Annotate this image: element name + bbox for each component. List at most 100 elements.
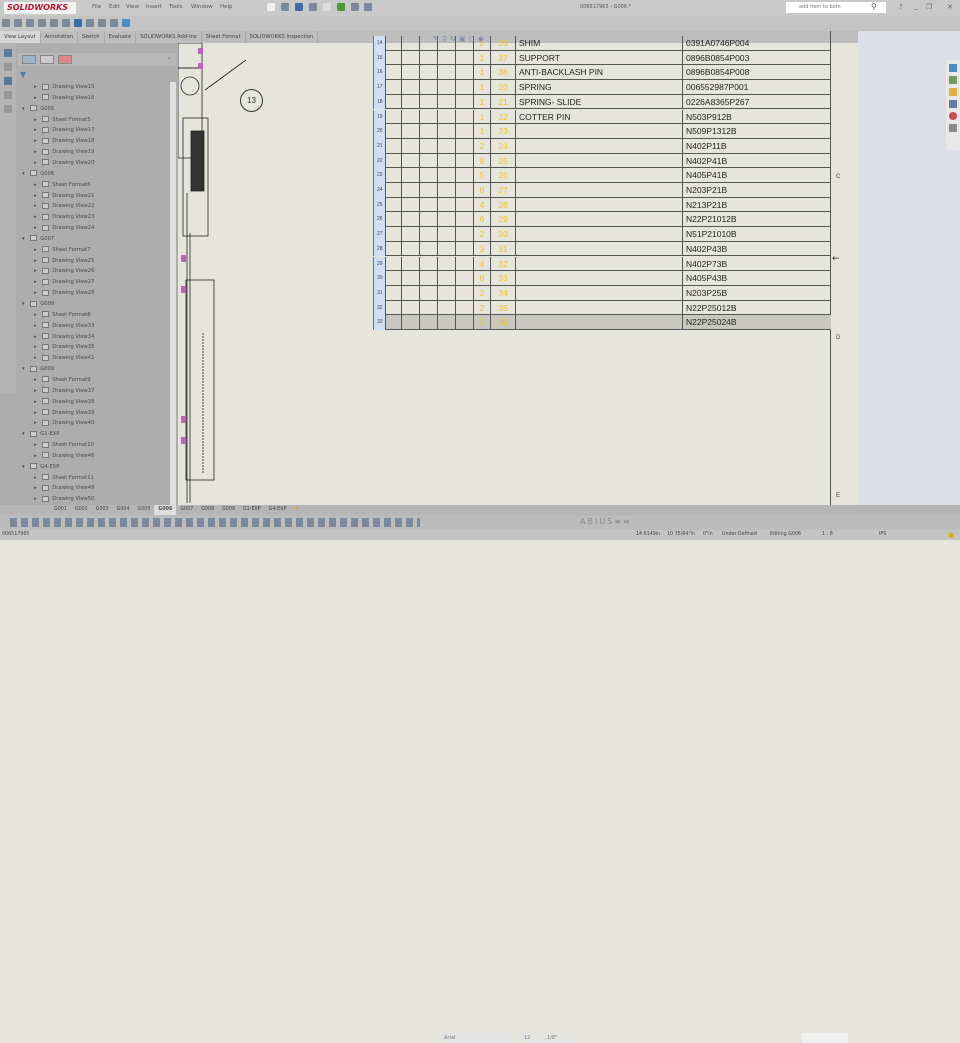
tab-sheet-format[interactable]: Sheet Format xyxy=(202,31,246,43)
bom-cell-empty[interactable] xyxy=(419,138,437,154)
tree-item[interactable]: ▸ Drawing View18 xyxy=(34,136,94,147)
bom-cell-empty[interactable] xyxy=(401,80,419,95)
expand-arrow-icon[interactable]: ▸ xyxy=(34,420,38,426)
bom-row[interactable]: 20 1 23 N509P1312B xyxy=(373,124,831,139)
solidworks-logo[interactable]: SOLIDWORKS xyxy=(4,2,76,14)
expand-arrow-icon[interactable]: ▸ xyxy=(34,279,38,285)
tree-item[interactable]: ▸ Drawing View17 xyxy=(34,125,94,136)
bom-cell-empty[interactable] xyxy=(419,227,437,242)
menu-file[interactable]: File xyxy=(92,4,101,10)
new-document-icon[interactable] xyxy=(267,3,275,11)
bom-cell-empty[interactable] xyxy=(385,197,401,213)
auxiliary-view-icon[interactable] xyxy=(26,19,34,27)
bom-cell-empty[interactable] xyxy=(419,109,437,125)
bom-cell-empty[interactable] xyxy=(419,197,437,213)
collapse-arrow-icon[interactable]: ▾ xyxy=(22,171,26,177)
expand-arrow-icon[interactable]: ▸ xyxy=(34,247,38,253)
bom-cell-empty[interactable] xyxy=(437,153,455,169)
bom-cell-row[interactable]: 23 xyxy=(373,168,385,183)
bom-cell-empty[interactable] xyxy=(419,153,437,169)
bom-cell-qty[interactable]: 1 xyxy=(473,94,490,110)
expand-arrow-icon[interactable]: ▸ xyxy=(34,84,38,90)
open-icon[interactable] xyxy=(280,3,289,11)
bom-cell-empty[interactable] xyxy=(419,80,437,95)
bom-cell-qty[interactable]: 6 xyxy=(473,212,490,228)
tree-item[interactable]: ▸ Sheet Format6 xyxy=(34,180,91,191)
bom-cell-item[interactable]: 25 xyxy=(490,153,515,169)
tree-item[interactable]: ▸ Drawing View20 xyxy=(34,158,94,169)
bom-cell-part[interactable]: 0896B0854P008 xyxy=(682,65,831,81)
bom-cell-item[interactable]: 21 xyxy=(490,94,515,110)
bom-cell-empty[interactable] xyxy=(455,124,473,139)
bom-cell-row[interactable]: 17 xyxy=(373,80,385,95)
collapse-arrow-icon[interactable]: ▾ xyxy=(22,106,26,112)
bom-cell-empty[interactable] xyxy=(437,315,455,330)
bom-cell-empty[interactable] xyxy=(401,300,419,316)
bom-cell-qty[interactable]: 2 xyxy=(473,227,490,242)
bom-cell-part[interactable]: N402P41B xyxy=(682,153,831,169)
expand-arrow-icon[interactable]: ▸ xyxy=(34,312,38,318)
bom-cell-desc[interactable] xyxy=(515,168,682,183)
bom-cell-empty[interactable] xyxy=(401,183,419,198)
tree-item[interactable]: ▸ Drawing View28 xyxy=(34,288,94,299)
bom-row[interactable]: 32 2 35 N22P25012B xyxy=(373,300,831,316)
bom-cell-empty[interactable] xyxy=(455,227,473,242)
bom-cell-qty[interactable]: 5 xyxy=(473,168,490,183)
bom-cell-item[interactable]: 27 xyxy=(490,183,515,198)
bom-cell-empty[interactable] xyxy=(419,271,437,286)
bom-cell-empty[interactable] xyxy=(385,271,401,286)
bom-cell-empty[interactable] xyxy=(455,65,473,81)
sheet-tab-g001[interactable]: G001 xyxy=(50,505,71,515)
bom-cell-empty[interactable] xyxy=(455,183,473,198)
bom-cell-empty[interactable] xyxy=(419,256,437,272)
model-items-icon[interactable] xyxy=(4,63,12,71)
bom-cell-row[interactable]: 22 xyxy=(373,153,385,169)
expand-arrow-icon[interactable]: ▸ xyxy=(34,485,38,491)
update-view-icon[interactable] xyxy=(110,19,118,27)
options-gear-icon[interactable] xyxy=(364,3,373,11)
bom-cell-empty[interactable] xyxy=(401,212,419,228)
bom-cell-empty[interactable] xyxy=(385,285,401,301)
bom-cell-empty[interactable] xyxy=(455,94,473,110)
bom-cell-empty[interactable] xyxy=(401,227,419,242)
tooltip-bulb-icon[interactable]: ● xyxy=(948,530,954,540)
bom-cell-item[interactable]: 24 xyxy=(490,138,515,154)
bom-cell-empty[interactable] xyxy=(385,109,401,125)
bom-cell-part[interactable]: N203P25B xyxy=(682,285,831,301)
tree-item[interactable]: ▸ Drawing View50 xyxy=(34,494,94,505)
tree-item[interactable]: ▸ Drawing View21 xyxy=(34,191,94,202)
expand-arrow-icon[interactable]: ▸ xyxy=(34,225,38,231)
bom-cell-row[interactable]: 21 xyxy=(373,138,385,154)
bom-cell-qty[interactable]: 1 xyxy=(473,65,490,81)
bom-cell-row[interactable]: 27 xyxy=(373,227,385,242)
custom-properties-icon[interactable] xyxy=(949,124,957,132)
help-icon[interactable]: ? xyxy=(899,3,903,11)
text-style-icons[interactable]: ABIUS≡≡ xyxy=(580,517,632,526)
tree-item[interactable]: ▸ Drawing View38 xyxy=(34,397,94,408)
bom-cell-desc[interactable]: SUPPORT xyxy=(515,50,682,66)
bom-cell-row[interactable]: 24 xyxy=(373,183,385,198)
bom-cell-empty[interactable] xyxy=(437,65,455,81)
expand-arrow-icon[interactable]: ▸ xyxy=(34,149,38,155)
expand-arrow-icon[interactable]: ▸ xyxy=(34,496,38,502)
bom-cell-empty[interactable] xyxy=(419,183,437,198)
tree-item[interactable]: ▸ Drawing View15 xyxy=(34,82,94,93)
search-icon[interactable]: ⚲ xyxy=(871,2,877,11)
bom-cell-part[interactable]: N405P41B xyxy=(682,168,831,183)
bom-row[interactable]: 15 1 37 SUPPORT 0896B0854P003 xyxy=(373,50,831,66)
expand-arrow-icon[interactable]: ▸ xyxy=(34,214,38,220)
bom-cell-empty[interactable] xyxy=(401,65,419,81)
expand-arrow-icon[interactable]: ▸ xyxy=(34,344,38,350)
balloon-icon[interactable] xyxy=(4,91,12,99)
bom-cell-empty[interactable] xyxy=(455,80,473,95)
bom-cell-part[interactable]: N22P25012B xyxy=(682,300,831,316)
status-units[interactable]: IPS xyxy=(879,530,886,540)
bom-cell-desc[interactable]: COTTER PIN xyxy=(515,109,682,125)
bom-cell-empty[interactable] xyxy=(455,241,473,257)
bom-cell-empty[interactable] xyxy=(437,124,455,139)
sheet-tab-g003[interactable]: G003 xyxy=(92,505,113,515)
expand-arrow-icon[interactable]: ▸ xyxy=(34,399,38,405)
bom-row[interactable]: 21 2 24 N402P11B xyxy=(373,138,831,154)
bom-cell-empty[interactable] xyxy=(401,153,419,169)
bom-cell-empty[interactable] xyxy=(385,315,401,330)
